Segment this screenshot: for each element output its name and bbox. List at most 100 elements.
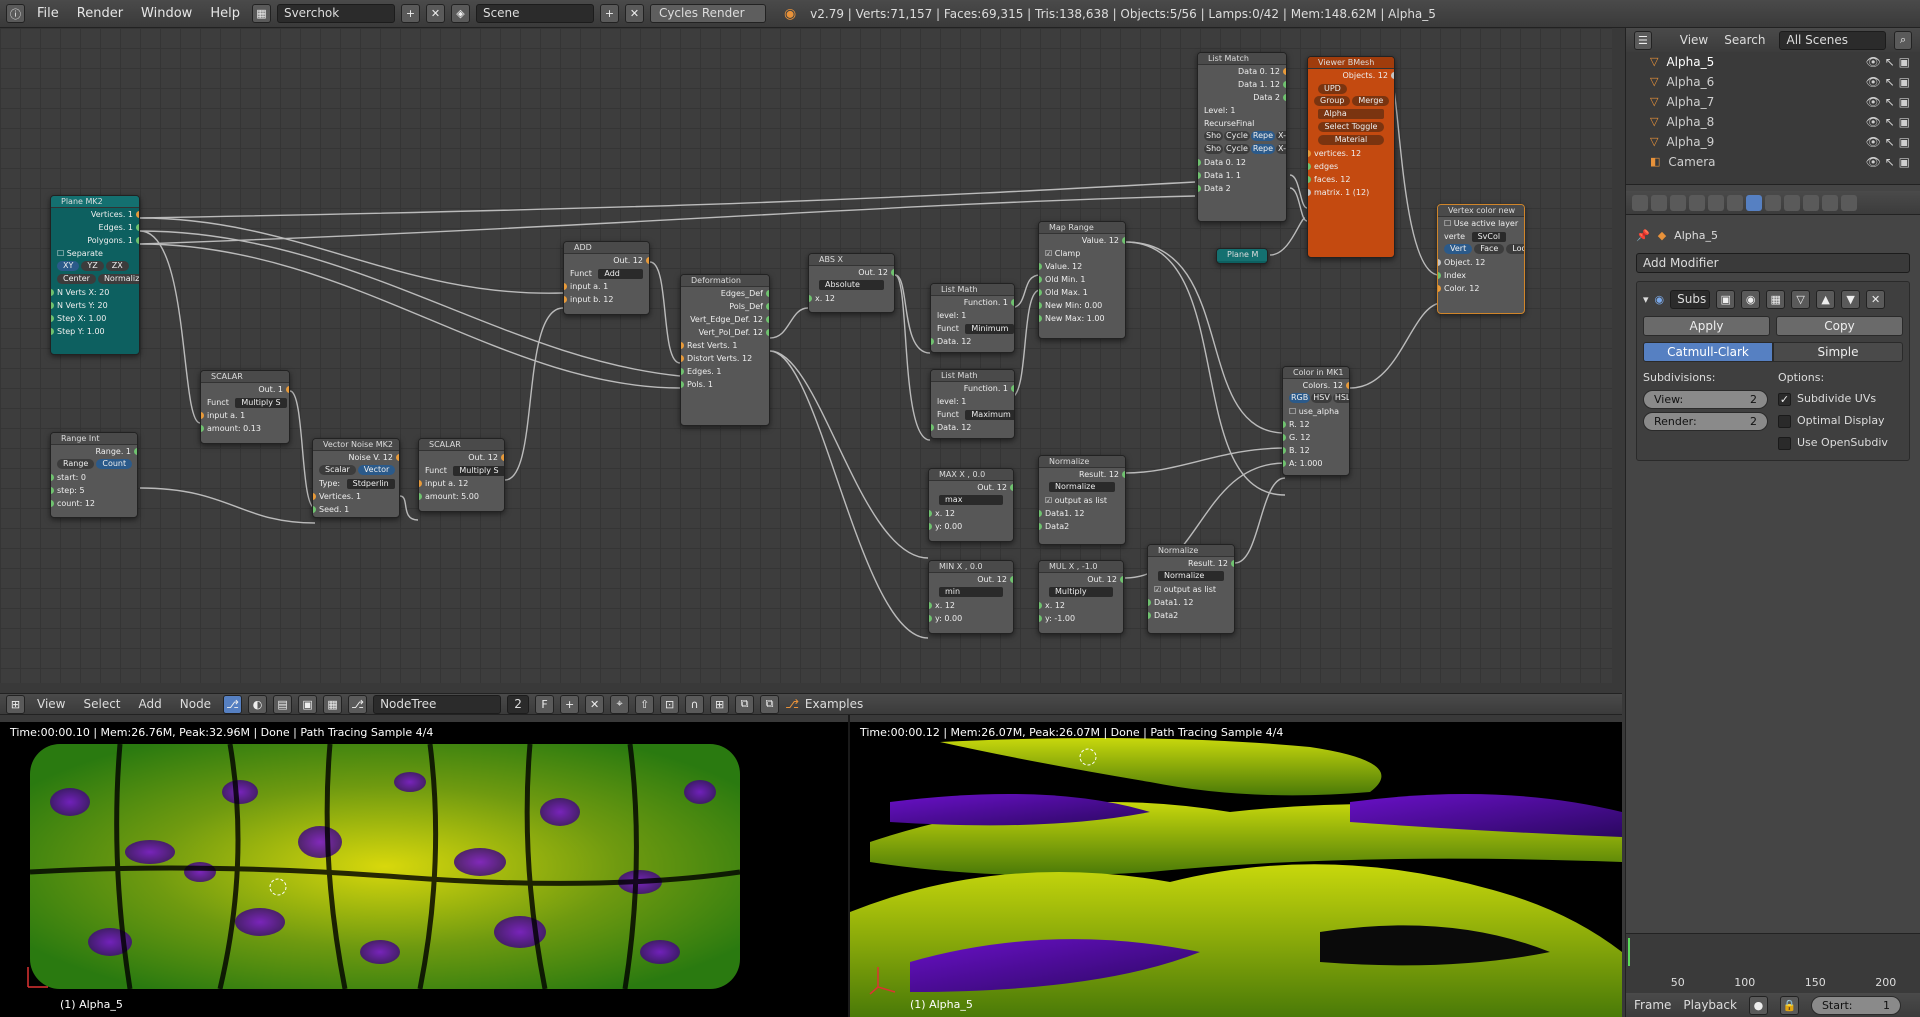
display-mode-select[interactable]: All Scenes bbox=[1779, 30, 1887, 50]
outliner-item-alpha9[interactable]: ▽ Alpha_9 👁 ↖ ▣ bbox=[1626, 132, 1920, 152]
separate-checkbox[interactable]: ☐ Separate bbox=[51, 247, 139, 260]
socket-value-in[interactable]: Value. 12 bbox=[1039, 260, 1125, 273]
socket-old-max[interactable]: Old Max. 1 bbox=[1039, 286, 1125, 299]
socket-data2[interactable]: Data2 bbox=[1148, 609, 1234, 622]
start-field[interactable]: start: 0 bbox=[51, 471, 137, 484]
socket-data1-in[interactable]: Data 1. 1 bbox=[1198, 169, 1286, 182]
viewport-toggle-icon[interactable]: ▦ bbox=[1766, 289, 1786, 309]
search-icon[interactable]: ⌕ bbox=[1894, 30, 1912, 50]
socket-x[interactable]: x. 12 bbox=[929, 599, 1013, 612]
funct-select[interactable]: Funct Add bbox=[564, 267, 649, 280]
socket-index[interactable]: Index bbox=[1438, 269, 1524, 282]
snap-icon[interactable]: ⊡ bbox=[660, 694, 680, 714]
output-list-checkbox[interactable]: ☑ output as list bbox=[1039, 494, 1125, 507]
node-range-int[interactable]: Range Int Range. 1 Range Count start: 0 … bbox=[50, 432, 138, 518]
step-x-field[interactable]: Step X: 1.00 bbox=[51, 312, 139, 325]
sverchok-tree-icon[interactable]: ⎇ bbox=[223, 694, 243, 714]
socket-input-b[interactable]: input b. 12 bbox=[564, 293, 649, 306]
node-vertex-color[interactable]: Vertex color new ☐ Use active layer vert… bbox=[1437, 204, 1525, 314]
socket-edges-def[interactable]: Edges_Def bbox=[681, 287, 769, 300]
paste-icon[interactable]: ⧉ bbox=[760, 694, 780, 714]
n-verts-x-field[interactable]: N Verts X: 20 bbox=[51, 286, 139, 299]
menu-search[interactable]: Search bbox=[1724, 33, 1765, 47]
screen-layout-icon[interactable]: ▦ bbox=[251, 4, 271, 23]
function-select[interactable]: Absolute bbox=[809, 279, 894, 292]
socket-pols-def[interactable]: Pols_Def bbox=[681, 300, 769, 313]
noise-type-select[interactable]: Type: Stdperlin bbox=[313, 477, 399, 490]
plane-options[interactable]: Center Normalize bbox=[51, 273, 139, 286]
layers-tab-icon[interactable] bbox=[1651, 194, 1667, 211]
users-count[interactable]: 2 bbox=[507, 694, 530, 714]
render-viewport-right[interactable]: Time:00:00.12 | Mem:26.07M, Peak:26.07M … bbox=[850, 722, 1622, 1017]
remove-screen-button[interactable]: ✕ bbox=[425, 4, 445, 23]
socket-data1[interactable]: Data1. 12 bbox=[1148, 596, 1234, 609]
node-abs[interactable]: ABS X Out. 12 Absolute x. 12 bbox=[808, 253, 895, 313]
menu-node[interactable]: Node bbox=[174, 697, 217, 711]
render-tab-icon[interactable] bbox=[1632, 194, 1648, 211]
socket-data2-in[interactable]: Data 2 bbox=[1198, 182, 1286, 195]
remove-modifier-icon[interactable]: ✕ bbox=[1866, 289, 1886, 309]
funct-select[interactable]: Funct Minimum bbox=[931, 322, 1014, 335]
socket-object[interactable]: Object. 12 bbox=[1438, 256, 1524, 269]
outliner-item-camera[interactable]: ◧ Camera 👁 ↖ ▣ bbox=[1626, 152, 1920, 172]
level-field[interactable]: level: 1 bbox=[931, 309, 1014, 322]
socket-matrix[interactable]: matrix. 1 (12) bbox=[1308, 186, 1394, 199]
step-field[interactable]: step: 5 bbox=[51, 484, 137, 497]
socket-x[interactable]: x. 12 bbox=[929, 507, 1013, 520]
clamp-checkbox[interactable]: ☑ Clamp bbox=[1039, 247, 1125, 260]
use-opensubdiv-checkbox[interactable]: Use OpenSubdiv bbox=[1778, 432, 1903, 454]
socket-data0-out[interactable]: Data 0. 12 bbox=[1198, 65, 1286, 78]
socket-color[interactable]: Color. 12 bbox=[1438, 282, 1524, 295]
amount-field[interactable]: amount: 5.00 bbox=[419, 490, 504, 503]
collapse-icon[interactable]: ▾ bbox=[1643, 293, 1649, 306]
menu-render[interactable]: Render bbox=[71, 6, 129, 21]
y-field[interactable]: y: 0.00 bbox=[929, 612, 1013, 625]
match-options-1[interactable]: ShoCycleRepeX-Ref bbox=[1198, 130, 1286, 143]
outliner-item-alpha6[interactable]: ▽ Alpha_6 👁 ↖ ▣ bbox=[1626, 72, 1920, 92]
socket-function[interactable]: Function. 1 bbox=[931, 382, 1014, 395]
physics-tab-icon[interactable] bbox=[1841, 194, 1857, 211]
socket-out[interactable]: Out. 12 bbox=[809, 266, 894, 279]
node-list-math-max[interactable]: List Math Function. 1 level: 1 Funct Max… bbox=[930, 369, 1015, 439]
optimal-display-checkbox[interactable]: Optimal Display bbox=[1778, 410, 1903, 432]
socket-x[interactable]: x. 12 bbox=[809, 292, 894, 305]
subdivide-uvs-checkbox[interactable]: ✓ Subdivide UVs bbox=[1778, 388, 1903, 410]
modifiers-tab-icon[interactable] bbox=[1746, 194, 1762, 211]
socket-noise[interactable]: Noise V. 12 bbox=[313, 451, 399, 464]
vertex-layer-field[interactable]: verte SvCol bbox=[1438, 230, 1524, 243]
outliner-item-alpha8[interactable]: ▽ Alpha_8 👁 ↖ ▣ bbox=[1626, 112, 1920, 132]
menu-select[interactable]: Select bbox=[77, 697, 126, 711]
socket-input-a[interactable]: input a. 1 bbox=[564, 280, 649, 293]
visibility-icons[interactable]: 👁 ↖ ▣ bbox=[1866, 152, 1910, 172]
socket-input-a[interactable]: input a. 12 bbox=[419, 477, 504, 490]
function-select[interactable]: min bbox=[929, 586, 1013, 599]
visibility-icons[interactable]: 👁 ↖ ▣ bbox=[1866, 132, 1910, 152]
socket-data0-in[interactable]: Data 0. 12 bbox=[1198, 156, 1286, 169]
object-name-field[interactable]: Alpha bbox=[1308, 108, 1394, 121]
socket-old-min[interactable]: Old Min. 1 bbox=[1039, 273, 1125, 286]
color-model[interactable]: RGB HSV HSL bbox=[1283, 392, 1349, 405]
node-deformation[interactable]: Deformation Edges_Def Pols_Def Vert_Edge… bbox=[680, 274, 770, 426]
magnet-icon[interactable]: ∩ bbox=[685, 694, 705, 714]
update-button[interactable]: UPD bbox=[1308, 82, 1394, 95]
socket-out[interactable]: Out. 12 bbox=[419, 451, 504, 464]
copy-button[interactable]: Copy bbox=[1776, 316, 1903, 336]
outliner-item-alpha5[interactable]: ▽ Alpha_5 👁 ↖ ▣ bbox=[1626, 52, 1920, 72]
color-mode[interactable]: Vert Face Loop bbox=[1438, 243, 1524, 256]
node-tree-field[interactable]: NodeTree bbox=[373, 694, 502, 714]
outliner-item-alpha7[interactable]: ▽ Alpha_7 👁 ↖ ▣ bbox=[1626, 92, 1920, 112]
editor-type-button[interactable]: ⓘ bbox=[6, 4, 25, 23]
select-toggle-button[interactable]: Select Toggle bbox=[1308, 121, 1394, 134]
function-select[interactable]: Multiply bbox=[1039, 586, 1123, 599]
node-add[interactable]: ADD Out. 12 Funct Add input a. 1 input b… bbox=[563, 241, 650, 315]
level-field[interactable]: level: 1 bbox=[931, 395, 1014, 408]
n-verts-y-field[interactable]: N Verts Y: 20 bbox=[51, 299, 139, 312]
node-type-icon[interactable]: ⎇ bbox=[348, 694, 368, 714]
socket-out[interactable]: Out. 1 bbox=[201, 383, 289, 396]
node-scalar-2[interactable]: SCALAR Out. 12 Funct Multiply S input a.… bbox=[418, 438, 505, 512]
node-viewer-bmesh[interactable]: Viewer BMesh Objects. 12 UPD Group Merge… bbox=[1307, 56, 1395, 258]
socket-data1[interactable]: Data1. 12 bbox=[1039, 507, 1125, 520]
socket-function[interactable]: Function. 1 bbox=[931, 296, 1014, 309]
texture-tree-icon[interactable]: ▤ bbox=[273, 694, 293, 714]
socket-vertices[interactable]: Vertices. 1 bbox=[51, 208, 139, 221]
